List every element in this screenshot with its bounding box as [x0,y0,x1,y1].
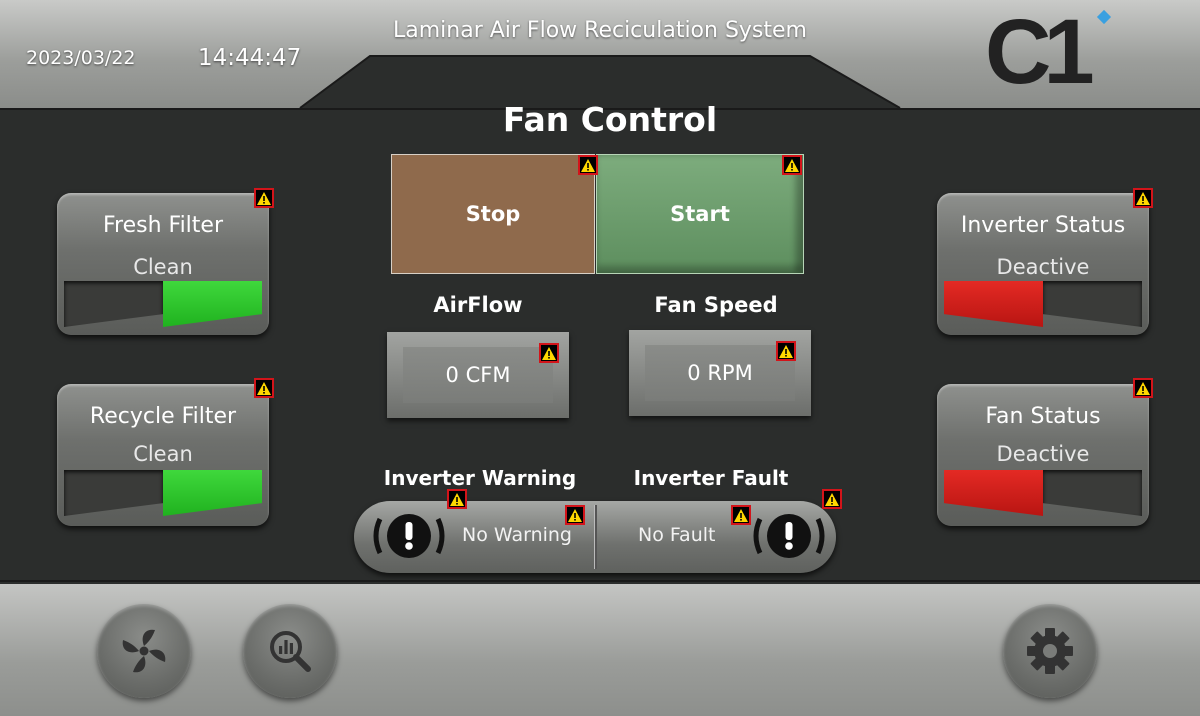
fresh-filter-value: Clean [133,255,193,279]
fan-status-indicator [944,470,1142,516]
fresh-filter-title: Fresh Filter [102,213,224,238]
airflow-label: AirFlow [433,293,523,317]
warning-icon[interactable] [578,155,598,175]
inverter-warning-value: No Warning [462,524,572,546]
warning-icon[interactable] [1133,378,1153,398]
warning-icon[interactable] [254,378,274,398]
inverter-alarm-panel[interactable]: No Warning No Fault [354,501,836,573]
logo-text: C1 [985,1,1095,103]
recycle-filter-card[interactable]: Recycle Filter Clean [57,384,269,526]
warning-icon[interactable] [731,505,751,525]
fresh-filter-card[interactable]: Fresh Filter Clean [57,193,269,335]
warning-icon[interactable] [776,341,796,361]
inverter-status-indicator [944,281,1142,327]
indicator-off-segment [1043,470,1142,516]
inverter-status-title: Inverter Status [960,213,1126,238]
gear-icon [1027,628,1073,674]
fresh-filter-indicator [64,281,262,327]
settings-nav-button[interactable] [1003,604,1097,698]
analytics-nav-button[interactable] [243,604,337,698]
page-title: Fan Control [502,100,718,139]
indicator-off-segment [64,470,163,516]
indicator-green-segment [163,470,262,516]
fan-status-value: Deactive [996,442,1090,466]
fan-icon [122,629,166,673]
indicator-off-segment [1043,281,1142,327]
fan-status-card[interactable]: Fan Status Deactive [937,384,1149,526]
system-title: Laminar Air Flow Reciculation System [392,18,807,43]
fan-speed-label: Fan Speed [654,293,778,317]
indicator-red-segment [944,281,1043,327]
inverter-status-card[interactable]: Inverter Status Deactive [937,193,1149,335]
fan-status-title: Fan Status [985,404,1101,429]
warning-icon[interactable] [539,343,559,363]
warning-icon[interactable] [565,505,585,525]
recycle-filter-value: Clean [133,442,193,466]
indicator-red-segment [944,470,1043,516]
brand-logo: C1 [985,2,1115,102]
analytics-search-icon [270,631,311,672]
recycle-filter-indicator [64,470,262,516]
inverter-fault-label: Inverter Fault [633,466,789,490]
airflow-value: 0 CFM [403,347,553,403]
time-display: 14:44:47 [198,45,302,71]
start-button[interactable]: Start [596,154,804,274]
logo-mark [1096,9,1112,25]
warning-icon[interactable] [782,155,802,175]
pill-divider [594,505,597,569]
alarm-icon [753,514,825,558]
date-display: 2023/03/22 [26,47,136,69]
inverter-status-value: Deactive [996,255,1090,279]
warning-icon[interactable] [1133,188,1153,208]
fan-speed-value: 0 RPM [645,345,795,401]
inverter-fault-value: No Fault [638,524,716,546]
alarm-icon [373,514,445,558]
stop-button[interactable]: Stop [391,154,595,274]
warning-icon[interactable] [254,188,274,208]
indicator-green-segment [163,281,262,327]
recycle-filter-title: Recycle Filter [89,404,237,429]
fan-nav-button[interactable] [97,604,191,698]
warning-icon[interactable] [822,489,842,509]
inverter-warning-label: Inverter Warning [383,466,577,490]
indicator-off-segment [64,281,163,327]
warning-icon[interactable] [447,489,467,509]
